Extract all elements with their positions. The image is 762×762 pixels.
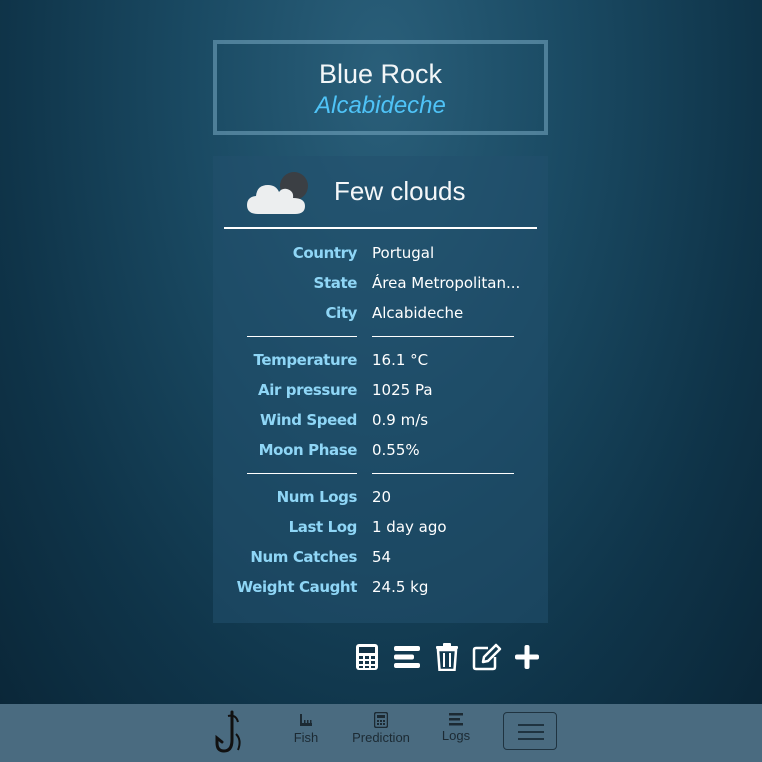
home-logo[interactable] [214, 710, 244, 760]
info-rows: Country Portugal State Área Metropolitan… [213, 238, 548, 602]
ruler-icon [300, 714, 312, 726]
divider [213, 465, 548, 482]
info-value: 0.9 m/s [372, 411, 429, 429]
info-label: State [313, 274, 358, 292]
weather-header: Few clouds [213, 156, 548, 229]
hamburger-icon [518, 731, 544, 733]
info-row-country: Country Portugal [213, 238, 548, 268]
list-icon [394, 646, 420, 668]
nav-item-label: Logs [441, 728, 471, 743]
info-value: Portugal [372, 244, 435, 262]
info-row-last-log: Last Log 1 day ago [213, 512, 548, 542]
spot-info-card: Few clouds Country Portugal State Área M… [213, 156, 548, 623]
info-value: 1 day ago [372, 518, 447, 536]
trash-icon [436, 643, 458, 671]
edit-button[interactable] [467, 642, 507, 672]
divider [213, 328, 548, 345]
nav-item-label: Prediction [352, 730, 410, 745]
bottom-navbar: Fish Prediction Logs [0, 704, 762, 762]
info-label: Country [292, 244, 358, 262]
info-row-state: State Área Metropolitan... [213, 268, 548, 298]
nav-item-logs[interactable]: Logs [437, 712, 475, 743]
info-value: Área Metropolitan... [372, 274, 521, 292]
info-label: Moon Phase [258, 441, 358, 459]
info-value: 0.55% [372, 441, 420, 459]
info-row-num-catches: Num Catches 54 [213, 542, 548, 572]
info-label: Weight Caught [236, 578, 358, 596]
nav-item-fish[interactable]: Fish [290, 712, 322, 745]
delete-button[interactable] [427, 642, 467, 672]
nav-item-label: Fish [293, 730, 319, 745]
divider [224, 227, 537, 229]
info-row-wind-speed: Wind Speed 0.9 m/s [213, 405, 548, 435]
cloud-moon-icon [247, 172, 308, 214]
spot-name: Blue Rock [318, 59, 443, 89]
info-value: 20 [372, 488, 392, 506]
logs-list-button[interactable] [387, 642, 427, 672]
hamburger-icon [518, 724, 544, 726]
spot-title-box: Blue Rock Alcabideche [213, 40, 548, 135]
info-value: 16.1 °C [372, 351, 429, 369]
info-label: Num Catches [250, 548, 357, 566]
info-label: Wind Speed [260, 411, 357, 429]
calculator-icon [374, 712, 388, 728]
fishhook-icon [215, 710, 241, 753]
calculator-button[interactable] [347, 642, 387, 672]
info-value: 24.5 kg [372, 578, 429, 596]
info-row-city: City Alcabideche [213, 298, 548, 328]
info-row-temperature: Temperature 16.1 °C [213, 345, 548, 375]
spot-actions [347, 642, 547, 672]
calculator-icon [356, 644, 378, 670]
info-label: Air pressure [258, 381, 357, 399]
plus-icon [515, 645, 539, 669]
list-icon [449, 713, 463, 726]
edit-icon [472, 643, 502, 671]
spot-town: Alcabideche [315, 92, 446, 119]
info-row-air-pressure: Air pressure 1025 Pa [213, 375, 548, 405]
menu-toggle-button[interactable] [503, 712, 557, 750]
info-label: Temperature [253, 351, 358, 369]
weather-description: Few clouds [334, 176, 466, 206]
info-row-moon-phase: Moon Phase 0.55% [213, 435, 548, 465]
nav-item-prediction[interactable]: Prediction [347, 712, 415, 745]
hamburger-icon [518, 738, 544, 740]
info-label: City [325, 304, 358, 322]
info-value: 54 [372, 548, 392, 566]
info-value: 1025 Pa [372, 381, 433, 399]
info-label: Last Log [288, 518, 358, 536]
info-label: Num Logs [276, 488, 358, 506]
info-row-weight-caught: Weight Caught 24.5 kg [213, 572, 548, 602]
add-button[interactable] [507, 642, 547, 672]
info-value: Alcabideche [372, 304, 464, 322]
info-row-num-logs: Num Logs 20 [213, 482, 548, 512]
